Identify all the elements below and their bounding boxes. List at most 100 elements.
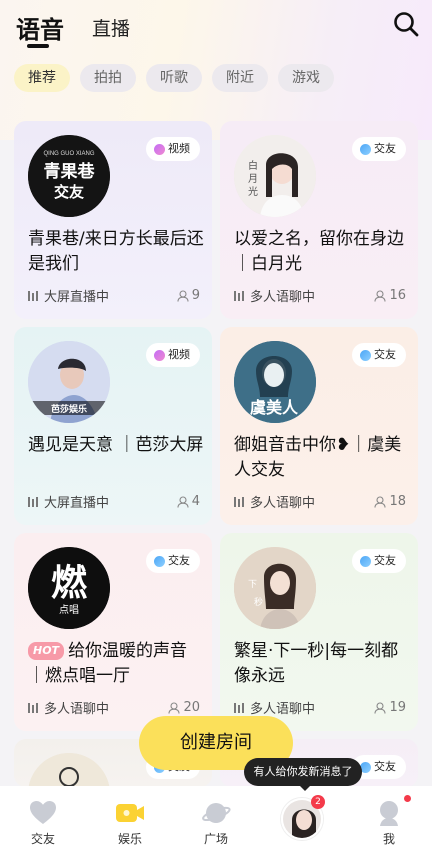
- hot-badge: HOT: [28, 642, 65, 660]
- chip-music[interactable]: 听歌: [146, 64, 202, 92]
- chip-games[interactable]: 游戏: [278, 64, 334, 92]
- room-meta: 多人语聊中 16: [234, 286, 406, 305]
- nav-label: 我: [382, 832, 395, 846]
- cover-sub-text: QING GUO XIANG: [43, 151, 94, 157]
- room-card[interactable]: 芭莎娱乐 视频 遇见是天意 ｜芭莎大屏 大屏直播中 4: [14, 327, 212, 525]
- unread-dot: [404, 795, 411, 802]
- person-icon: [374, 701, 387, 714]
- cover-portrait: 白 月 光: [234, 135, 316, 217]
- friend-badge: 交友: [352, 343, 406, 367]
- nav-item-square[interactable]: 广场: [186, 786, 246, 858]
- svg-text:交友: 交友: [54, 183, 84, 201]
- room-title: HOT 给你温暖的声音｜燃点唱一厅: [28, 641, 188, 686]
- cover-portrait: 虞美人: [234, 341, 316, 423]
- nav-item-friends[interactable]: 交友: [13, 786, 73, 858]
- message-toast[interactable]: 有人给你发新消息了: [244, 758, 362, 791]
- room-cover: 芭莎娱乐: [28, 341, 110, 423]
- cover-logo: [28, 753, 110, 787]
- svg-text:光: 光: [248, 185, 258, 198]
- svg-text:秒: 秒: [254, 596, 263, 608]
- user-count: 19: [374, 700, 406, 715]
- chip-recommend[interactable]: 推荐: [14, 64, 70, 92]
- search-icon[interactable]: [392, 10, 420, 38]
- room-cover: 虞美人: [234, 341, 316, 423]
- person-icon: [177, 495, 189, 508]
- category-chips: 推荐 拍拍 听歌 附近 游戏: [14, 64, 334, 92]
- friend-icon: [360, 143, 371, 155]
- user-count: 20: [168, 700, 200, 715]
- video-icon: [154, 143, 165, 155]
- cover-portrait: 下 秒: [234, 547, 316, 629]
- video-badge: 视频: [146, 137, 200, 161]
- person-icon: [177, 289, 189, 302]
- tab-voice[interactable]: 语音: [16, 10, 64, 45]
- room-title: 青果巷/来日方长最后还是我们: [28, 229, 204, 274]
- friend-icon: [154, 555, 165, 567]
- user-count: 16: [374, 288, 406, 303]
- svg-text:虞美人: 虞美人: [250, 398, 299, 417]
- header: 语音 直播: [0, 0, 432, 56]
- svg-text:青果巷: 青果巷: [44, 161, 96, 182]
- svg-text:下: 下: [248, 580, 257, 590]
- bottom-nav: 交友 娱乐 广场 我: [0, 786, 432, 858]
- room-cover: 下 秒: [234, 547, 316, 629]
- chip-paipai[interactable]: 拍拍: [80, 64, 136, 92]
- friend-icon: [360, 349, 371, 361]
- room-card[interactable]: 虞美人 交友 御姐音击中你❥｜虞美人交友 多人语聊中 18: [220, 327, 418, 525]
- room-cover: QING GUO XIANG 青果巷 交友: [28, 135, 110, 217]
- svg-text:芭莎娱乐: 芭莎娱乐: [51, 403, 87, 415]
- room-meta: 大屏直播中 9: [28, 286, 200, 305]
- user-count: 9: [177, 288, 200, 303]
- svg-text:燃: 燃: [51, 562, 88, 604]
- video-badge: 视频: [146, 343, 200, 367]
- video-camera-icon: [116, 804, 144, 822]
- person-icon: [374, 289, 387, 302]
- room-title: 繁星·下一秒|每一刻都像永远: [234, 641, 399, 686]
- friend-badge: 交友: [146, 549, 200, 573]
- user-count: 18: [374, 494, 406, 509]
- friend-icon: [360, 555, 371, 567]
- room-meta: 大屏直播中 4: [28, 492, 200, 511]
- svg-text:白: 白: [248, 159, 258, 172]
- notification-count-badge: 2: [311, 795, 325, 809]
- svg-text:点唱: 点唱: [59, 604, 79, 616]
- person-icon: [374, 495, 387, 508]
- audio-bars-icon: [28, 496, 38, 507]
- room-title: 御姐音击中你❥｜虞美人交友: [234, 435, 402, 480]
- heart-icon: [30, 801, 56, 824]
- user-count: 4: [177, 494, 200, 509]
- nav-label: 娱乐: [117, 832, 142, 846]
- friend-badge: 交友: [352, 549, 406, 573]
- room-card[interactable]: 下 秒 交友 繁星·下一秒|每一刻都像永远 多人语聊中 19: [220, 533, 418, 731]
- room-card[interactable]: 燃 点唱 交友 HOT 给你温暖的声音｜燃点唱一厅 多人语聊中 20: [14, 533, 212, 731]
- profile-icon: [380, 801, 398, 826]
- room-meta: 多人语聊中 18: [234, 492, 406, 511]
- cover-portrait: 芭莎娱乐: [28, 341, 110, 423]
- nav-label: 交友: [30, 832, 55, 846]
- cover-logo: 燃 点唱: [28, 547, 110, 629]
- planet-icon: [202, 803, 231, 823]
- video-icon: [154, 349, 165, 361]
- room-meta: 多人语聊中 19: [234, 698, 406, 717]
- room-cover: [28, 753, 110, 787]
- room-card[interactable]: 白 月 光 交友 以爱之名，留你在身边｜白月光 多人语聊中 16: [220, 121, 418, 319]
- cover-logo: QING GUO XIANG 青果巷 交友: [28, 135, 110, 217]
- room-title: 以爱之名，留你在身边｜白月光: [234, 229, 404, 274]
- room-cover: 燃 点唱: [28, 547, 110, 629]
- friend-badge: 交友: [352, 137, 406, 161]
- audio-bars-icon: [234, 702, 244, 713]
- person-icon: [168, 701, 181, 714]
- audio-bars-icon: [28, 290, 38, 301]
- room-meta: 多人语聊中 20: [28, 698, 200, 717]
- tab-live[interactable]: 直播: [92, 14, 130, 41]
- chip-nearby[interactable]: 附近: [212, 64, 268, 92]
- tab-underline: [27, 44, 49, 48]
- nav-label: 广场: [203, 832, 228, 846]
- audio-bars-icon: [234, 496, 244, 507]
- room-title: 遇见是天意 ｜芭莎大屏: [28, 435, 204, 455]
- svg-text:月: 月: [248, 173, 258, 185]
- audio-bars-icon: [234, 290, 244, 301]
- nav-item-entertainment[interactable]: 娱乐: [100, 786, 160, 858]
- room-cover: 白 月 光: [234, 135, 316, 217]
- room-card[interactable]: QING GUO XIANG 青果巷 交友 视频 青果巷/来日方长最后还是我们 …: [14, 121, 212, 319]
